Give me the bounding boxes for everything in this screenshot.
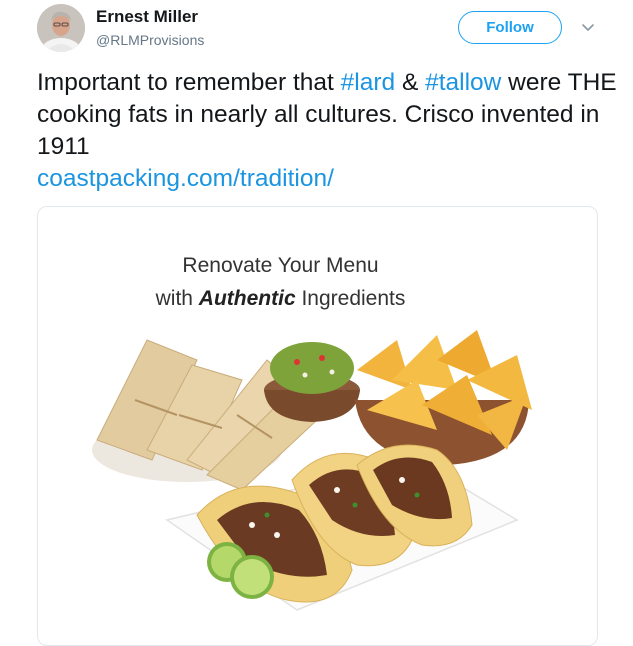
follow-button[interactable]: Follow — [458, 11, 562, 44]
hashtag-tallow[interactable]: #tallow — [425, 69, 501, 96]
tweet-text-part: Important to remember that — [37, 69, 341, 96]
author-name[interactable]: Ernest Miller — [96, 7, 198, 27]
author-handle[interactable]: @RLMProvisions — [96, 32, 204, 48]
tweet-header: Ernest Miller @RLMProvisions Follow — [0, 0, 633, 62]
food-image — [92, 330, 532, 611]
tweet-link[interactable]: coastpacking.com/tradition/ — [37, 165, 334, 192]
hashtag-lard[interactable]: #lard — [341, 69, 395, 96]
guacamole-bowl — [264, 342, 360, 422]
card-title-prefix: with — [155, 287, 199, 310]
tweet-text-part: & — [395, 69, 426, 96]
card-title-suffix: Ingredients — [295, 287, 406, 310]
tweet-text: Important to remember that #lard & #tall… — [37, 67, 617, 195]
avatar[interactable] — [37, 4, 85, 52]
card-title-line1: Renovate Your Menu — [182, 254, 379, 277]
chips-bowl — [355, 330, 532, 465]
card-title-line2: with Authentic Ingredients — [0, 287, 561, 311]
chevron-down-icon[interactable] — [579, 19, 597, 37]
card-title-emphasis: Authentic — [198, 287, 296, 310]
